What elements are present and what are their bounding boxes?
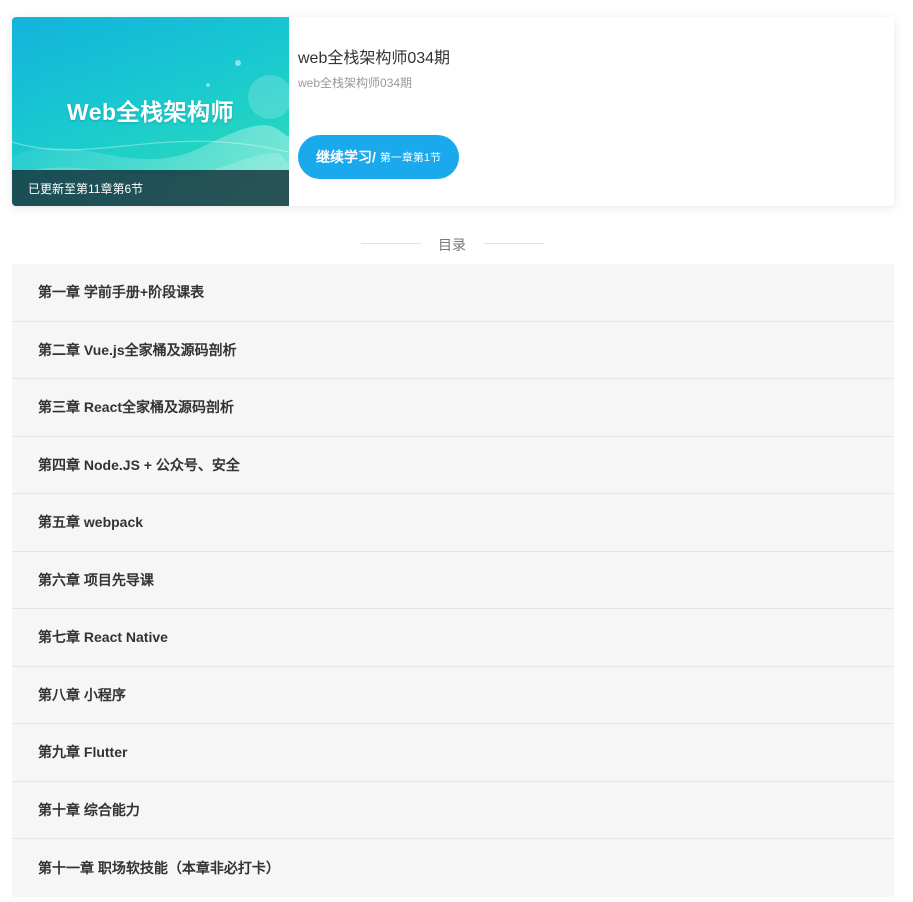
- chapter-item[interactable]: 第五章 webpack: [12, 494, 894, 552]
- course-page: Web全栈架构师 已更新至第11章第6节 web全栈架构师034期 web全栈架…: [0, 0, 913, 902]
- cover-update-bar: 已更新至第11章第6节: [12, 170, 289, 206]
- chapter-item[interactable]: 第一章 学前手册+阶段课表: [12, 264, 894, 322]
- catalog-divider-left: [361, 243, 421, 244]
- update-status-text: 已更新至第11章第6节: [28, 182, 144, 196]
- chapter-item[interactable]: 第三章 React全家桶及源码剖析: [12, 379, 894, 437]
- catalog-header: 目录: [0, 232, 905, 254]
- continue-learning-button[interactable]: 继续学习/ 第一章第1节: [298, 135, 460, 179]
- cover-title: Web全栈架构师: [66, 99, 235, 125]
- course-info: web全栈架构师034期 web全栈架构师034期 继续学习/ 第一章第1节: [298, 17, 894, 206]
- chapter-item[interactable]: 第六章 项目先导课: [12, 552, 894, 609]
- chapter-item[interactable]: 第八章 小程序: [12, 667, 894, 724]
- chapter-item[interactable]: 第十章 综合能力: [12, 782, 894, 839]
- course-card: Web全栈架构师 已更新至第11章第6节 web全栈架构师034期 web全栈架…: [12, 17, 894, 206]
- course-cover-image[interactable]: Web全栈架构师 已更新至第11章第6节: [12, 17, 289, 206]
- catalog-title: 目录: [438, 237, 466, 253]
- chapter-item[interactable]: 第七章 React Native: [12, 609, 894, 667]
- catalog-divider-right: [484, 243, 544, 244]
- chapter-item[interactable]: 第四章 Node.JS + 公众号、安全: [12, 437, 894, 494]
- chapter-item[interactable]: 第二章 Vue.js全家桶及源码剖析: [12, 322, 894, 379]
- continue-progress: 第一章第1节: [379, 152, 442, 164]
- chapter-item[interactable]: 第九章 Flutter: [12, 724, 894, 782]
- chapter-list: 第一章 学前手册+阶段课表 第二章 Vue.js全家桶及源码剖析 第三章 Rea…: [12, 264, 894, 897]
- chapter-item[interactable]: 第十一章 职场软技能（本章非必打卡）: [12, 839, 894, 897]
- course-title[interactable]: web全栈架构师034期: [298, 44, 450, 68]
- continue-label: 继续学习/: [316, 149, 376, 165]
- course-subtitle: web全栈架构师034期: [298, 76, 413, 90]
